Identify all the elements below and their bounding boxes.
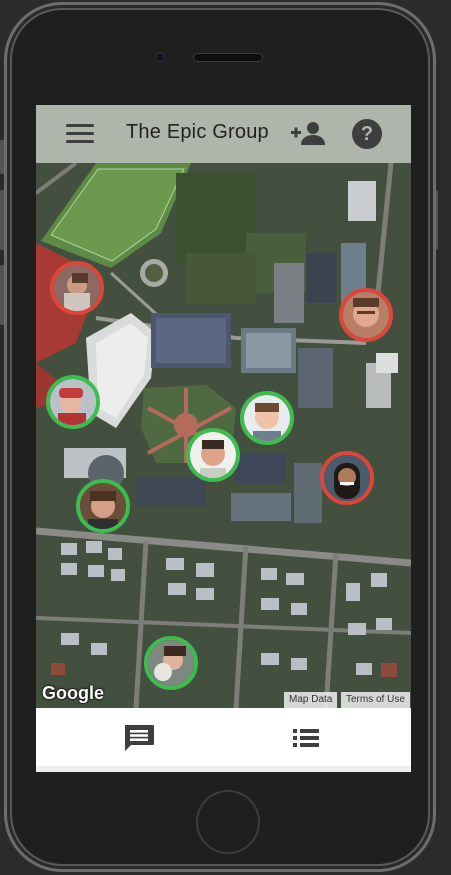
member-photo [190,432,236,478]
member-photo [54,265,100,311]
google-logo: Google [42,683,104,703]
member-avatar-online[interactable] [76,479,130,533]
member-avatar-online[interactable] [144,636,198,690]
member-avatar-offline[interactable] [339,288,393,342]
app-screen: The Epic Group ? Google Map Data Terms o… [36,105,411,772]
member-photo [244,395,290,441]
map-view[interactable]: Google Map Data Terms of Use [36,163,411,708]
member-photo [80,483,126,529]
chat-icon[interactable] [122,723,156,753]
bottom-divider [36,766,411,772]
earpiece-speaker [194,54,262,61]
member-photo [148,640,194,686]
list-icon[interactable] [291,726,321,750]
help-circle-icon[interactable]: ? [352,119,382,149]
member-photo [324,455,370,501]
hamburger-menu-icon[interactable] [66,124,94,144]
map-data-link[interactable]: Map Data [284,692,338,708]
page-title: The Epic Group [126,121,269,143]
home-button[interactable] [196,790,260,854]
bottom-navigation [36,708,411,766]
person-add-icon[interactable] [291,121,329,147]
app-bar: The Epic Group ? [36,105,411,163]
member-avatar-offline[interactable] [50,261,104,315]
member-photo [343,292,389,338]
member-avatar-online[interactable] [186,428,240,482]
front-camera [156,53,164,61]
member-avatar-online[interactable] [240,391,294,445]
member-avatar-offline[interactable] [320,451,374,505]
member-avatar-online[interactable] [46,375,100,429]
member-photo [50,379,96,425]
terms-of-use-link[interactable]: Terms of Use [341,692,410,708]
